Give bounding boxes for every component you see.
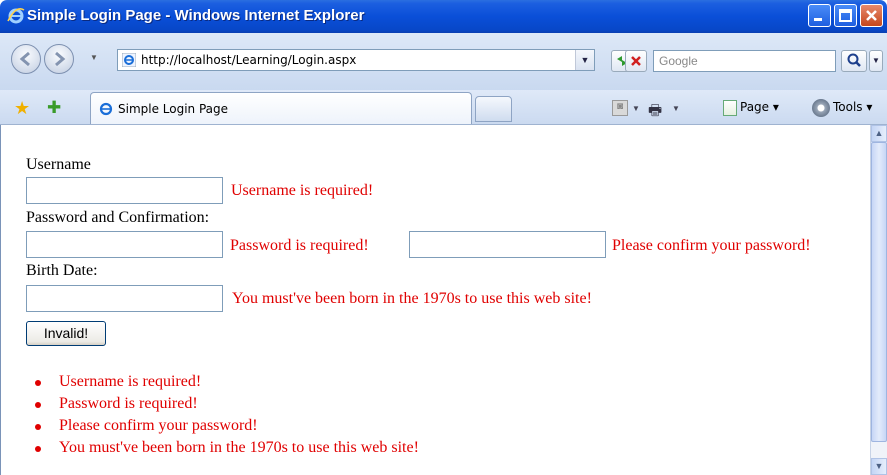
tab-simple-login-page[interactable]: Simple Login Page xyxy=(90,92,472,124)
tab-ie-icon xyxy=(99,102,113,116)
page-content: Username Username is required! Password … xyxy=(0,125,870,475)
summary-item: You must've been born in the 1970s to us… xyxy=(31,437,419,459)
search-button[interactable] xyxy=(841,50,867,72)
back-button[interactable] xyxy=(11,44,41,74)
forward-arrow-icon xyxy=(55,51,66,67)
summary-item: Password is required! xyxy=(31,393,419,415)
close-icon xyxy=(866,10,877,21)
print-dropdown[interactable]: ▼ xyxy=(672,104,680,113)
maximize-icon xyxy=(839,9,852,22)
username-label: Username xyxy=(26,156,91,173)
tools-menu-button[interactable]: Tools ▾ xyxy=(833,100,872,114)
scroll-up-arrow[interactable]: ▲ xyxy=(871,125,887,142)
tools-gear-icon xyxy=(812,99,830,117)
add-favorites-icon[interactable]: ✚ xyxy=(47,98,61,118)
summary-item: Please confirm your password! xyxy=(31,415,419,437)
scroll-down-arrow[interactable]: ▼ xyxy=(871,458,887,475)
address-bar[interactable]: http://localhost/Learning/Login.aspx ▼ xyxy=(117,49,595,71)
confirm-password-error: Please confirm your password! xyxy=(612,237,811,254)
summary-item: Username is required! xyxy=(31,371,419,393)
username-input[interactable] xyxy=(26,177,223,204)
tools-menu-label: Tools xyxy=(833,100,863,114)
username-error: Username is required! xyxy=(231,182,374,199)
birthdate-error: You must've been born in the 1970s to us… xyxy=(232,290,592,307)
window-titlebar[interactable]: Simple Login Page - Windows Internet Exp… xyxy=(0,0,887,33)
search-placeholder: Google xyxy=(659,54,698,68)
search-icon xyxy=(847,53,861,67)
stop-button[interactable] xyxy=(625,50,647,72)
close-button[interactable] xyxy=(860,4,883,27)
maximize-button[interactable] xyxy=(834,4,857,27)
feeds-icon[interactable]: ◙ xyxy=(612,100,628,116)
password-error: Password is required! xyxy=(230,237,369,254)
confirm-password-input[interactable] xyxy=(409,231,606,258)
minimize-icon xyxy=(814,18,822,21)
validation-summary: Username is required! Password is requir… xyxy=(31,371,419,459)
recent-pages-dropdown[interactable]: ▼ xyxy=(90,53,98,62)
vertical-scrollbar[interactable]: ▲ ▼ xyxy=(870,125,887,475)
search-options-dropdown[interactable]: ▼ xyxy=(869,50,883,72)
address-dropdown-button[interactable]: ▼ xyxy=(575,50,594,70)
page-menu-label: Page xyxy=(740,100,770,114)
ie-icon xyxy=(7,8,25,24)
birthdate-input[interactable] xyxy=(26,285,223,312)
new-tab-button[interactable] xyxy=(475,96,512,122)
print-icon[interactable]: 🖶 xyxy=(648,100,662,125)
birthdate-label: Birth Date: xyxy=(26,262,98,279)
tab-label: Simple Login Page xyxy=(118,102,229,116)
url-text: http://localhost/Learning/Login.aspx xyxy=(141,53,357,67)
favorites-star-icon[interactable]: ★ xyxy=(14,98,30,119)
page-ie-icon xyxy=(122,53,136,67)
search-input[interactable]: Google xyxy=(653,50,836,72)
back-arrow-icon xyxy=(19,51,30,67)
page-icon xyxy=(723,100,737,116)
scroll-thumb[interactable] xyxy=(871,142,887,442)
window-title: Simple Login Page - Windows Internet Exp… xyxy=(27,7,365,24)
feeds-dropdown[interactable]: ▼ xyxy=(632,104,640,113)
minimize-button[interactable] xyxy=(808,4,831,27)
password-label: Password and Confirmation: xyxy=(26,209,210,226)
forward-button[interactable] xyxy=(44,44,74,74)
password-input[interactable] xyxy=(26,231,223,258)
stop-icon xyxy=(631,56,641,66)
submit-button[interactable]: Invalid! xyxy=(26,321,106,346)
page-menu-button[interactable]: Page ▾ xyxy=(740,100,779,114)
